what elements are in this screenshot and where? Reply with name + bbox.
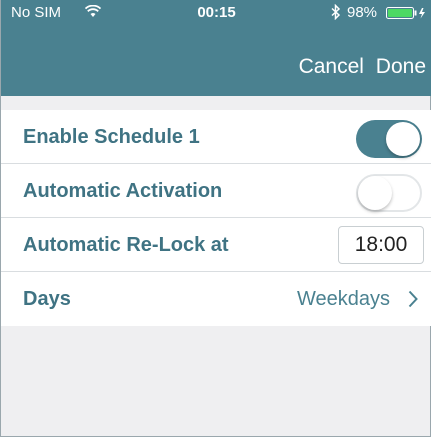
days-value: Weekdays xyxy=(296,288,390,310)
relock-time-field[interactable]: 18:00 xyxy=(338,226,424,264)
enable-schedule-row: Enable Schedule 1 xyxy=(1,110,431,164)
battery-percentage: 98% xyxy=(347,4,378,21)
nav-actions: Cancel Done xyxy=(293,55,426,79)
relock-time-label: Automatic Re-Lock at xyxy=(23,234,229,256)
days-row[interactable]: Days Weekdays xyxy=(1,272,431,326)
status-bar: No SIM 00:15 98% xyxy=(1,0,431,24)
automatic-activation-toggle[interactable] xyxy=(356,174,422,212)
toggle-knob xyxy=(358,176,392,210)
relock-time-row: Automatic Re-Lock at 18:00 xyxy=(1,218,431,272)
toggle-knob xyxy=(386,122,420,156)
schedule-settings-list: Enable Schedule 1 Automatic Activation A… xyxy=(1,110,431,326)
automatic-activation-row: Automatic Activation xyxy=(1,164,431,218)
battery-icon xyxy=(386,7,425,19)
screen: No SIM 00:15 98% Cancel Done Enable Sche… xyxy=(0,0,431,437)
days-label: Days xyxy=(23,288,71,310)
navigation-header: No SIM 00:15 98% Cancel Done xyxy=(1,0,431,96)
enable-schedule-toggle[interactable] xyxy=(356,120,422,158)
automatic-activation-label: Automatic Activation xyxy=(23,180,223,202)
done-button[interactable]: Done xyxy=(376,55,426,78)
bluetooth-icon xyxy=(331,4,341,20)
enable-schedule-label: Enable Schedule 1 xyxy=(23,126,200,148)
chevron-right-icon xyxy=(408,290,418,308)
cancel-button[interactable]: Cancel xyxy=(299,55,364,78)
